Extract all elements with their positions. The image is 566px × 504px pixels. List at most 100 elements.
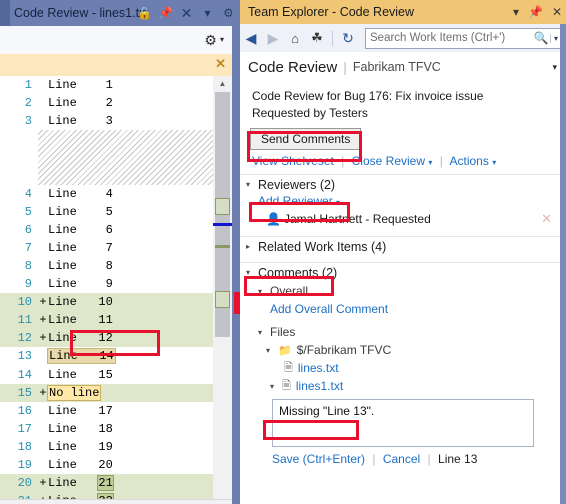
code-line[interactable]: 6 Line 6	[0, 221, 213, 239]
diff-marker: +	[38, 476, 48, 491]
send-comments-button[interactable]: Send Comments	[250, 128, 362, 150]
code-line-text: Line 21	[48, 475, 213, 492]
team-explorer-titlebar: Team Explorer - Code Review ▾ 📌 ✕	[240, 0, 566, 25]
code-line[interactable]: 4 Line 4	[0, 185, 213, 203]
home-icon[interactable]: ⌂	[284, 27, 306, 49]
refresh-icon[interactable]: ↻	[337, 27, 359, 49]
code-line[interactable]: 2 Line 2	[0, 94, 213, 112]
expanded-triangle-icon: ▾	[246, 180, 251, 189]
code-line[interactable]: 17 Line 18	[0, 420, 213, 438]
header-separator: |	[343, 59, 347, 75]
code-line-text: Line 12	[48, 331, 113, 346]
editor-scrollbar-margin[interactable]: ▲	[213, 76, 232, 504]
files-group-header[interactable]: ▾ Files	[240, 323, 566, 341]
code-line[interactable]: 18 Line 19	[0, 438, 213, 456]
chevron-down-icon[interactable]: ▾	[492, 158, 496, 167]
line-number: 20	[17, 476, 32, 491]
diff-marker: +	[38, 295, 48, 310]
chevron-down-icon[interactable]: ▾	[513, 6, 519, 18]
actions-link[interactable]: Actions	[450, 154, 489, 168]
comment-draft-textarea[interactable]: Missing "Line 13".	[272, 399, 534, 447]
comments-section-header[interactable]: ▾ Comments (2)	[240, 263, 566, 282]
close-icon[interactable]: ✕	[215, 57, 226, 71]
reviewer-list-item[interactable]: 👤 Jamal Hartnett - Requested ✕	[240, 208, 566, 230]
save-comment-link[interactable]: Save (Ctrl+Enter)	[272, 452, 365, 466]
code-line[interactable]: 12 + Line 12	[0, 329, 213, 348]
code-line[interactable]: 13 Line 14	[0, 347, 213, 365]
folder-node[interactable]: ▾ 📁 $/Fabrikam TFVC	[240, 341, 566, 359]
add-overall-comment-link[interactable]: Add Overall Comment	[270, 302, 388, 316]
search-icon[interactable]: 🔍	[532, 31, 550, 45]
file-node-lines-txt[interactable]: 🗎 lines.txt	[240, 359, 566, 377]
overall-group-header[interactable]: ▾ Overall	[240, 282, 566, 300]
chevron-down-icon[interactable]: ▾	[552, 62, 557, 73]
editor-body: 1 Line 1 2 Line 2 3 Line 3 4 Line 4 5 Line 5 6 Line…	[0, 76, 232, 504]
editor-titlebar: Code Review - lines1.txt 🔒 📌 ✕ ▾ ⚙	[0, 0, 240, 26]
code-line-text: Line 20	[48, 458, 113, 473]
chevron-down-icon[interactable]: ▾	[336, 198, 340, 207]
editor-title-strip	[0, 0, 10, 26]
line-number: 6	[24, 222, 32, 237]
close-review-link[interactable]: Close Review	[352, 154, 425, 168]
add-reviewer-link[interactable]: Add Reviewer	[258, 194, 333, 208]
back-icon[interactable]: ◀	[240, 27, 262, 49]
code-line-text: Line 3	[48, 114, 113, 129]
cancel-comment-link[interactable]: Cancel	[383, 452, 420, 466]
related-work-items-section-header[interactable]: ▸ Related Work Items (4)	[240, 237, 566, 256]
code-line[interactable]: 11 + Line 11	[0, 311, 213, 330]
code-line[interactable]: 9 Line 9	[0, 275, 213, 293]
code-line[interactable]: 15 + No line	[0, 383, 213, 402]
line-number: 5	[24, 204, 32, 219]
forward-icon: ▶	[267, 29, 279, 46]
pin-icon[interactable]: 📌	[528, 6, 543, 18]
reviewers-header-label: Reviewers (2)	[258, 177, 336, 192]
link-divider-1: |	[341, 154, 345, 168]
add-reviewer-wrap: Add Reviewer ▾	[240, 194, 566, 208]
code-line[interactable]: 16 Line 17	[0, 402, 213, 420]
code-line-text: Line 1	[48, 78, 113, 93]
code-line[interactable]: 20 + Line 21	[0, 474, 213, 493]
team-explorer-right-edge	[560, 24, 566, 504]
code-line[interactable]: 3 Line 3	[0, 112, 213, 130]
file-node-lines1-txt[interactable]: ▾ 🗎 lines1.txt	[240, 377, 566, 395]
code-line[interactable]: 8 Line 8	[0, 257, 213, 275]
reviewers-section-header[interactable]: ▾ Reviewers (2)	[240, 175, 566, 194]
team-explorer-navbar: ◀ ▶ ⌂ ☘ ↻ 🔍 ▾	[240, 24, 566, 53]
pin-icon[interactable]: 📌	[156, 3, 175, 23]
code-line-text: Line 4	[48, 186, 113, 201]
line-number: 8	[24, 258, 32, 273]
line-number: 14	[17, 367, 32, 382]
remove-reviewer-icon[interactable]: ✕	[541, 211, 552, 227]
code-line[interactable]: 14 Line 15	[0, 366, 213, 384]
editor-settings-button[interactable]: ⚙ ▾	[204, 33, 224, 47]
expanded-triangle-icon: ▾	[258, 327, 263, 337]
team-explorer-body: Code Review for Bug 176: Fix invoice iss…	[240, 82, 566, 504]
code-line-text: Line 19	[48, 439, 113, 454]
action-divider-2: |	[427, 452, 431, 466]
expanded-triangle-icon: ▾	[246, 268, 251, 277]
files-label: Files	[270, 325, 296, 339]
file-name-link[interactable]: lines1.txt	[296, 379, 343, 393]
file-name-link[interactable]: lines.txt	[298, 361, 339, 375]
code-review-editor-window: Code Review - lines1.txt 🔒 📌 ✕ ▾ ⚙ ⚙ ▾ ✕…	[0, 0, 240, 504]
search-work-items-box[interactable]: 🔍 ▾	[365, 27, 562, 49]
gear-icon: ⚙	[204, 32, 217, 48]
code-line[interactable]: 5 Line 5	[0, 203, 213, 221]
caret-position-marker	[213, 223, 232, 226]
chevron-down-icon[interactable]: ▾	[428, 158, 432, 167]
search-input[interactable]	[366, 28, 532, 48]
team-explorer-window: Team Explorer - Code Review ▾ 📌 ✕ ◀ ▶ ⌂ …	[240, 0, 566, 504]
chevron-down-icon[interactable]: ▾	[198, 3, 217, 23]
code-line[interactable]: 10 + Line 10	[0, 293, 213, 312]
code-line-text: No line	[46, 384, 213, 401]
scroll-up-arrow-icon[interactable]: ▲	[213, 76, 232, 90]
code-line[interactable]: 7 Line 7	[0, 239, 213, 257]
editor-bottom-edge	[0, 499, 232, 504]
comment-anchor-highlight[interactable]: Line 14	[47, 348, 116, 365]
close-icon[interactable]: ✕	[552, 6, 562, 18]
connect-icon[interactable]: ☘	[306, 27, 328, 49]
code-line[interactable]: 19 Line 20	[0, 456, 213, 474]
view-shelveset-link[interactable]: View Shelveset	[252, 154, 334, 168]
close-icon[interactable]: ✕	[177, 3, 196, 23]
code-line[interactable]: 1 Line 1	[0, 76, 213, 94]
